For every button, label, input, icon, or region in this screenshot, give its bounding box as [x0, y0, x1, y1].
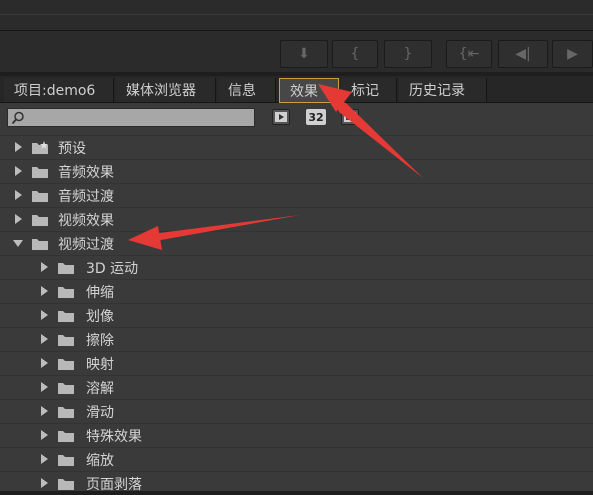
chevron-right-icon[interactable] — [38, 381, 50, 393]
folder-icon — [58, 311, 74, 322]
tree-item-label: 滑动 — [86, 405, 114, 421]
tree-item[interactable]: 溶解 — [0, 375, 593, 399]
yuv-effects-button[interactable] — [341, 109, 359, 125]
tree-item-label: 映射 — [86, 357, 114, 373]
tree-item-label: 视频过渡 — [58, 237, 114, 253]
tab-markers[interactable]: 标记 — [341, 78, 397, 102]
folder-icon — [58, 479, 74, 490]
tree-item[interactable]: 划像 — [0, 303, 593, 327]
mark-in-button[interactable]: { — [332, 40, 378, 68]
tree-item[interactable]: 音频过渡 — [0, 183, 593, 207]
divider — [0, 14, 593, 15]
folder-icon — [58, 263, 74, 274]
tree-item-label: 音频效果 — [58, 165, 114, 181]
folder-icon — [32, 167, 48, 178]
search-input[interactable] — [7, 108, 255, 127]
chevron-right-icon[interactable] — [12, 189, 24, 201]
chevron-right-icon[interactable] — [38, 429, 50, 441]
divider — [0, 30, 593, 31]
tree-item[interactable]: 缩放 — [0, 447, 593, 471]
chevron-right-icon[interactable] — [38, 309, 50, 321]
step-back-button[interactable]: ◀| — [498, 40, 548, 68]
go-to-in-button[interactable]: {⇤ — [446, 40, 492, 68]
mark-in-icon: { — [350, 46, 360, 62]
tree-item[interactable]: 伸缩 — [0, 279, 593, 303]
go-to-in-icon: {⇤ — [458, 46, 480, 62]
mark-out-button[interactable]: } — [384, 40, 432, 68]
tab-label: 效果 — [290, 83, 318, 100]
tree-item-label: 3D 运动 — [86, 261, 139, 277]
step-back-icon: ◀| — [515, 46, 531, 62]
tab-history[interactable]: 历史记录 — [399, 78, 487, 102]
tab-label: 标记 — [351, 83, 379, 99]
tab-media-browser[interactable]: 媒体浏览器 — [116, 78, 216, 102]
tab-effects[interactable]: 效果 × — [279, 78, 339, 103]
tree-item[interactable]: 页面剥落 — [0, 471, 593, 495]
tree-item[interactable]: 3D 运动 — [0, 255, 593, 279]
tree-item-label: 伸缩 — [86, 285, 114, 301]
yuv-effects-icon — [344, 112, 356, 122]
tab-label: 媒体浏览器 — [126, 83, 196, 99]
tree-item[interactable]: 滑动 — [0, 399, 593, 423]
panel-tab-bar: 项目:demo6 媒体浏览器 信息 效果 × 标记 历史记录 — [0, 76, 593, 103]
chevron-right-icon[interactable] — [38, 453, 50, 465]
accelerated-effects-button[interactable] — [272, 109, 290, 125]
folder-icon — [32, 191, 48, 202]
bit32-label: 32 — [308, 110, 324, 124]
accelerated-effects-icon — [275, 112, 287, 122]
folder-icon — [58, 455, 74, 466]
folder-icon — [58, 383, 74, 394]
tree-item-label: 视频效果 — [58, 213, 114, 229]
folder-icon — [58, 287, 74, 298]
bit32-effects-button[interactable]: 32 — [306, 109, 326, 125]
add-marker-button[interactable]: ⬇ — [280, 40, 328, 68]
chevron-down-icon[interactable] — [12, 237, 24, 249]
folder-icon — [58, 431, 74, 442]
chevron-right-icon[interactable] — [38, 405, 50, 417]
search-icon — [11, 111, 24, 125]
tree-item-label: 音频过渡 — [58, 189, 114, 205]
chevron-right-icon[interactable] — [12, 141, 24, 153]
tab-project[interactable]: 项目:demo6 — [4, 78, 114, 102]
tree-item[interactable]: 擦除 — [0, 327, 593, 351]
chevron-right-icon[interactable] — [38, 285, 50, 297]
effects-panel: 32 预设音频效果音频过渡视频效果视频过渡 3D 运动伸缩划像擦除映射溶解滑动特殊… — [0, 103, 593, 493]
chevron-right-icon[interactable] — [38, 333, 50, 345]
tree-item[interactable]: 映射 — [0, 351, 593, 375]
tree-item-label: 缩放 — [86, 453, 114, 469]
tree-item[interactable]: 音频效果 — [0, 159, 593, 183]
tree-item[interactable]: 视频过渡 — [0, 231, 593, 255]
tree-item[interactable]: 视频效果 — [0, 207, 593, 231]
chevron-right-icon[interactable] — [38, 357, 50, 369]
chevron-right-icon[interactable] — [12, 213, 24, 225]
folder-icon — [58, 359, 74, 370]
folder-icon — [32, 239, 48, 250]
chevron-right-icon[interactable] — [38, 477, 50, 489]
tab-label: 信息 — [228, 83, 256, 99]
folder-icon — [32, 215, 48, 226]
chevron-right-icon[interactable] — [38, 261, 50, 273]
preset-folder-icon — [32, 141, 48, 154]
tree-item[interactable]: 预设 — [0, 135, 593, 159]
mark-out-icon: } — [403, 46, 413, 62]
tree-item-label: 特殊效果 — [86, 429, 142, 445]
play-icon: ▶ — [567, 46, 578, 62]
tab-label: 项目:demo6 — [14, 83, 96, 99]
play-button[interactable]: ▶ — [552, 40, 593, 68]
tab-info[interactable]: 信息 — [218, 78, 276, 102]
tree-item-label: 预设 — [58, 141, 86, 157]
monitor-area: ⬇ { } {⇤ ◀| ▶ — [0, 0, 593, 72]
folder-icon — [58, 407, 74, 418]
tree-item[interactable]: 特殊效果 — [0, 423, 593, 447]
chevron-right-icon[interactable] — [12, 165, 24, 177]
close-icon[interactable]: × — [324, 84, 334, 98]
folder-icon — [58, 335, 74, 346]
tree-item-label: 溶解 — [86, 381, 114, 397]
tree-item-label: 页面剥落 — [86, 477, 142, 493]
marker-icon: ⬇ — [298, 46, 310, 62]
tab-label: 历史记录 — [409, 83, 465, 99]
tree-item-label: 擦除 — [86, 333, 114, 349]
tree-item-label: 划像 — [86, 309, 114, 325]
